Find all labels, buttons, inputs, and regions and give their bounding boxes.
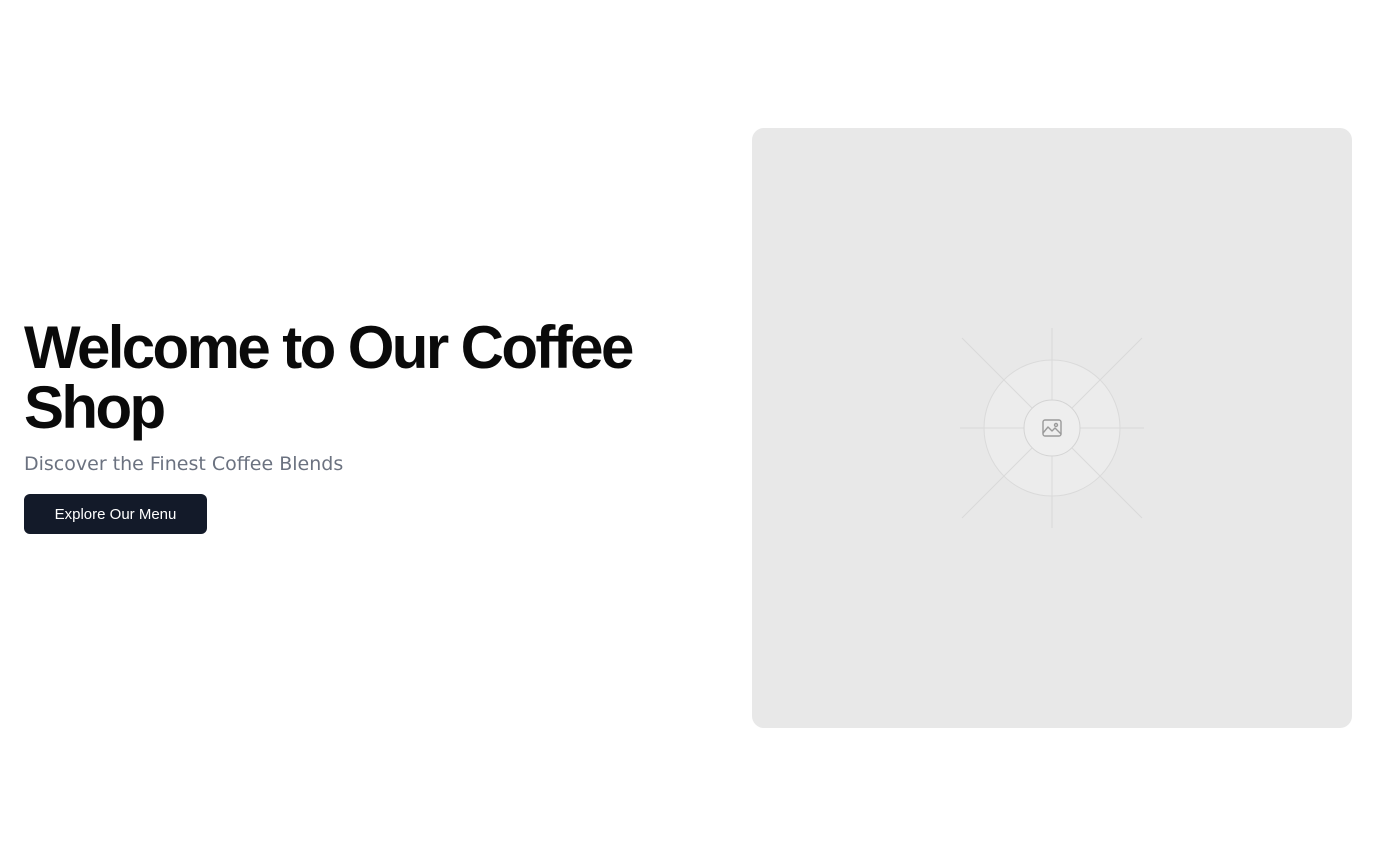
hero-image-placeholder xyxy=(752,128,1352,728)
hero-title: Welcome to Our Coffee Shop xyxy=(24,314,634,441)
hero-section: Welcome to Our Coffee Shop Discover the … xyxy=(0,0,1376,856)
placeholder-graphic xyxy=(960,328,1144,528)
explore-menu-button[interactable]: Explore Our Menu xyxy=(24,494,207,534)
hero-text-block: Welcome to Our Coffee Shop Discover the … xyxy=(24,318,704,534)
hero-subtitle: Discover the Finest Coffee Blends xyxy=(24,453,344,475)
